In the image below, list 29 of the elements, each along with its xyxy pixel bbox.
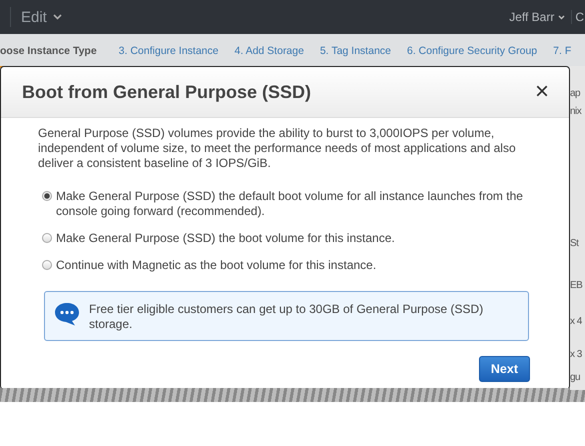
option-label: Continue with Magnetic as the boot volume for this instance. — [56, 258, 376, 273]
radio-button[interactable] — [42, 260, 52, 270]
background-text: nix — [570, 106, 582, 117]
background-text: ap — [570, 88, 580, 99]
background-text: gu — [570, 372, 580, 383]
edit-menu[interactable]: Edit — [21, 8, 62, 26]
dialog-title: Boot from General Purpose (SSD) — [22, 82, 312, 102]
background-text: St — [570, 238, 578, 249]
close-button[interactable]: × — [534, 80, 549, 104]
background-text: x 4 — [570, 316, 582, 327]
wizard-step-tab[interactable]: 3. Configure Instance — [118, 34, 218, 68]
description-text: General Purpose (SSD) volumes provide the ability to burst to 3,000IOPS per volume, independent of volume size, to meet the performance needs of most applications and also deliver a consistent baseline of 3 IOPS/GiB. — [38, 126, 517, 171]
wizard-step-tab[interactable]: 4. Add Storage — [234, 34, 304, 68]
next-button[interactable]: Next — [478, 356, 530, 382]
info-text: Free tier eligible customers can get up to 30GB of General Purpose (SSD) storage. — [89, 301, 484, 332]
wizard-step-tab[interactable]: 7. F — [553, 34, 572, 68]
user-menu[interactable]: Jeff Barr — [509, 10, 572, 24]
radio-button[interactable] — [42, 233, 52, 243]
caret-icon — [558, 14, 566, 20]
top-bar-item[interactable]: C — [575, 10, 584, 24]
wizard-step-tab[interactable]: 5. Tag Instance — [320, 34, 391, 68]
background-text: x 3 — [570, 349, 582, 360]
option-label: Make General Purpose (SSD) the default boot volume for all instance launches from the console going forward (recommended). — [56, 189, 524, 219]
option-label: Make General Purpose (SSD) the boot volume for this instance. — [56, 231, 395, 246]
wizard-step-tab[interactable]: 6. Configure Security Group — [407, 34, 538, 68]
radio-button[interactable] — [42, 191, 52, 201]
background-text: EB — [570, 280, 582, 291]
caret-icon — [52, 14, 62, 20]
chat-bubble-icon — [54, 302, 80, 326]
